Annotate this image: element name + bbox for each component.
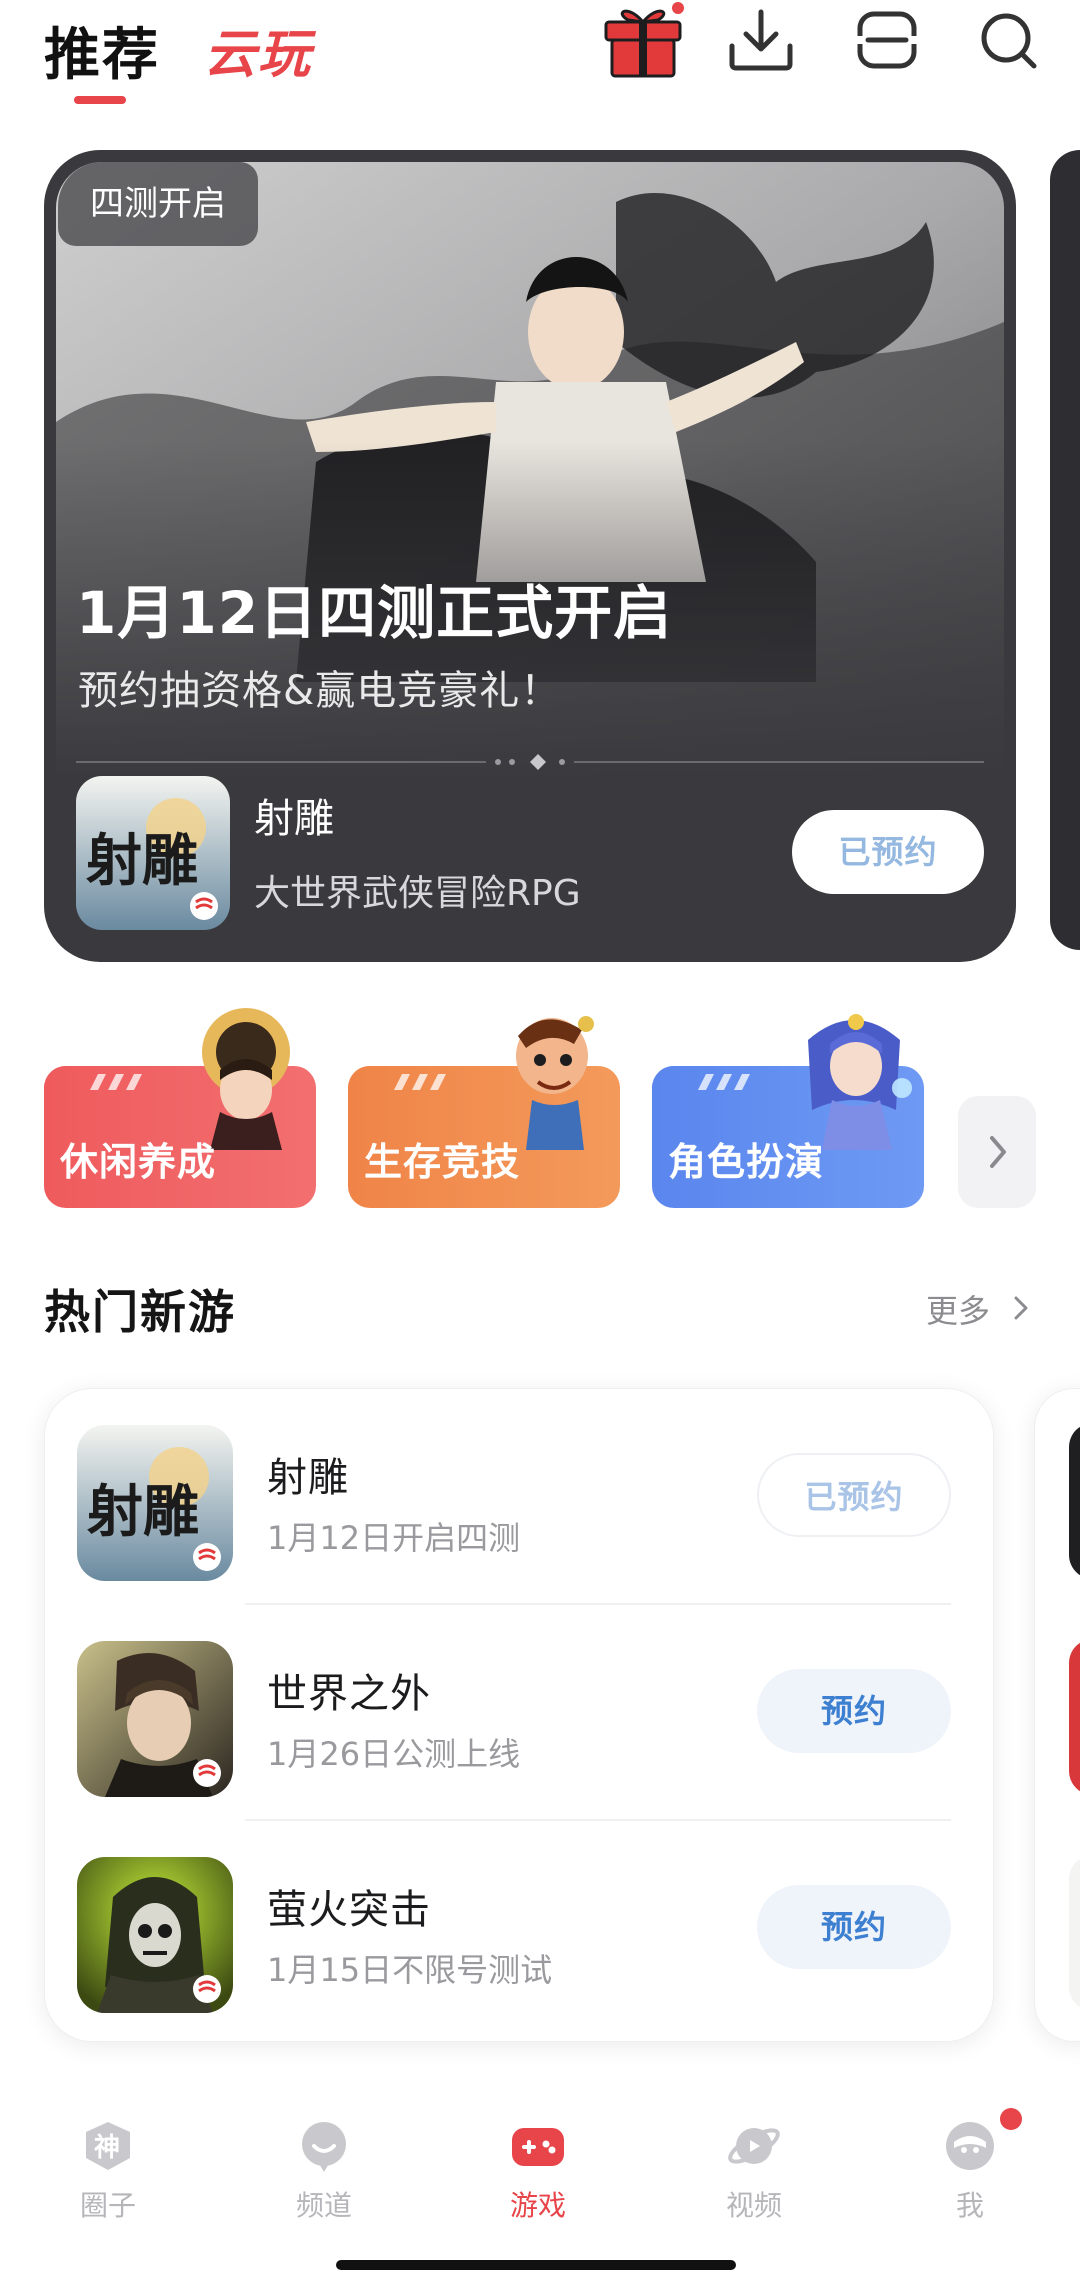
bottom-nav: 神 圈子 频道 游戏 视频 我 xyxy=(0,2100,1080,2260)
game-row[interactable]: 世界之外 1月26日公测上线 预约 xyxy=(45,1605,995,1821)
top-header: 推荐 云玩 xyxy=(0,0,1080,130)
reserve-button[interactable]: 预约 xyxy=(757,1885,951,1969)
channel-bubble-icon xyxy=(302,2122,346,2172)
next-list-card-peek[interactable] xyxy=(1034,1388,1080,2042)
banner-title: 1月12日四测正式开启 xyxy=(76,579,673,647)
game-icon-shijiezhiwai[interactable] xyxy=(77,1641,233,1797)
game-desc: 1月12日开启四测 xyxy=(267,1519,521,1557)
banner-reserved-button[interactable]: 已预约 xyxy=(792,810,984,894)
category-casual[interactable]: 休闲养成 xyxy=(44,1000,316,1208)
nav-label: 游戏 xyxy=(509,2189,566,2222)
nav-item-video[interactable]: 视频 xyxy=(684,2118,824,2228)
planet-icon xyxy=(728,2128,780,2164)
nav-item-games[interactable]: 游戏 xyxy=(468,2118,608,2228)
banner-app-desc: 大世界武侠冒险RPG xyxy=(254,873,581,914)
category-survival[interactable]: 生存竞技 xyxy=(348,1000,620,1208)
banner-badge: 四测开启 xyxy=(58,162,258,246)
nav-item-channel[interactable]: 频道 xyxy=(254,2118,394,2228)
tab-recommend[interactable]: 推荐 xyxy=(44,10,160,91)
game-desc: 1月15日不限号测试 xyxy=(267,1951,553,1989)
banner-app-icon[interactable]: 射雕 xyxy=(76,776,230,930)
shield-shen-icon: 神 xyxy=(86,2122,130,2170)
character-cartoon-icon xyxy=(516,1016,594,1150)
chevron-right-icon xyxy=(990,1136,1006,1168)
category-label: 角色扮演 xyxy=(668,1140,825,1184)
game-name: 射雕 xyxy=(267,1455,349,1501)
hot-games-card: 射雕 射雕 1月12日开启四测 已预约 世界之外 1月26日公测上线 预约 萤火… xyxy=(44,1388,994,2042)
nav-item-me[interactable]: 我 xyxy=(900,2118,1040,2228)
category-label: 生存竞技 xyxy=(364,1140,521,1184)
stripes-decor xyxy=(394,1074,446,1090)
game-icon-shediao[interactable]: 射雕 xyxy=(77,1425,233,1581)
category-label: 休闲养成 xyxy=(60,1140,217,1184)
banner-app-name: 射雕 xyxy=(254,796,334,842)
banner-divider xyxy=(76,754,984,770)
game-icon-yinghuotuji[interactable] xyxy=(77,1857,233,2013)
reserved-button[interactable]: 已预约 xyxy=(757,1453,951,1537)
nav-item-circle[interactable]: 神 圈子 xyxy=(38,2118,178,2228)
stripes-decor xyxy=(698,1074,750,1090)
banner-subtitle: 预约抽资格&赢电竞豪礼！ xyxy=(78,668,562,714)
character-sorceress-icon xyxy=(808,1014,912,1150)
svg-text:神: 神 xyxy=(94,2133,120,2163)
category-rpg[interactable]: 角色扮演 xyxy=(652,1000,924,1208)
game-desc: 1月26日公测上线 xyxy=(267,1735,521,1773)
home-indicator[interactable] xyxy=(336,2260,736,2270)
svg-text:射雕: 射雕 xyxy=(86,828,198,894)
stripes-decor xyxy=(90,1074,142,1090)
game-row[interactable]: 萤火突击 1月15日不限号测试 预约 xyxy=(45,1821,995,2037)
nav-label: 频道 xyxy=(295,2189,352,2222)
notification-dot xyxy=(1000,2108,1022,2130)
section-more-link[interactable]: 更多 xyxy=(926,1286,990,1332)
gift-icon[interactable] xyxy=(598,0,688,80)
nav-label: 视频 xyxy=(725,2189,782,2222)
character-empress-icon xyxy=(202,1008,290,1150)
scan-icon[interactable] xyxy=(842,0,932,80)
game-name: 世界之外 xyxy=(267,1671,431,1717)
game-row[interactable]: 射雕 射雕 1月12日开启四测 已预约 xyxy=(45,1389,995,1605)
reserve-button[interactable]: 预约 xyxy=(757,1669,951,1753)
game-name: 萤火突击 xyxy=(267,1887,431,1933)
tab-active-indicator xyxy=(74,96,126,104)
section-title-hot-new: 热门新游 xyxy=(44,1285,236,1339)
avatar-icon xyxy=(946,2122,994,2170)
tab-cloud-play[interactable]: 云玩 xyxy=(204,12,312,87)
nav-label: 圈子 xyxy=(79,2189,136,2222)
gamepad-icon xyxy=(512,2128,564,2166)
featured-banner[interactable]: 四测开启 1月12日四测正式开启 预约抽资格&赢电竞豪礼！ 射雕 射雕 大世界武… xyxy=(44,150,1016,962)
search-icon[interactable] xyxy=(964,0,1054,80)
svg-text:射雕: 射雕 xyxy=(87,1479,199,1545)
categories-more-button[interactable] xyxy=(958,1096,1036,1208)
chevron-right-icon[interactable] xyxy=(1010,1290,1034,1326)
nav-label: 我 xyxy=(955,2189,984,2222)
download-icon[interactable] xyxy=(716,0,806,80)
next-banner-peek[interactable] xyxy=(1050,150,1080,950)
